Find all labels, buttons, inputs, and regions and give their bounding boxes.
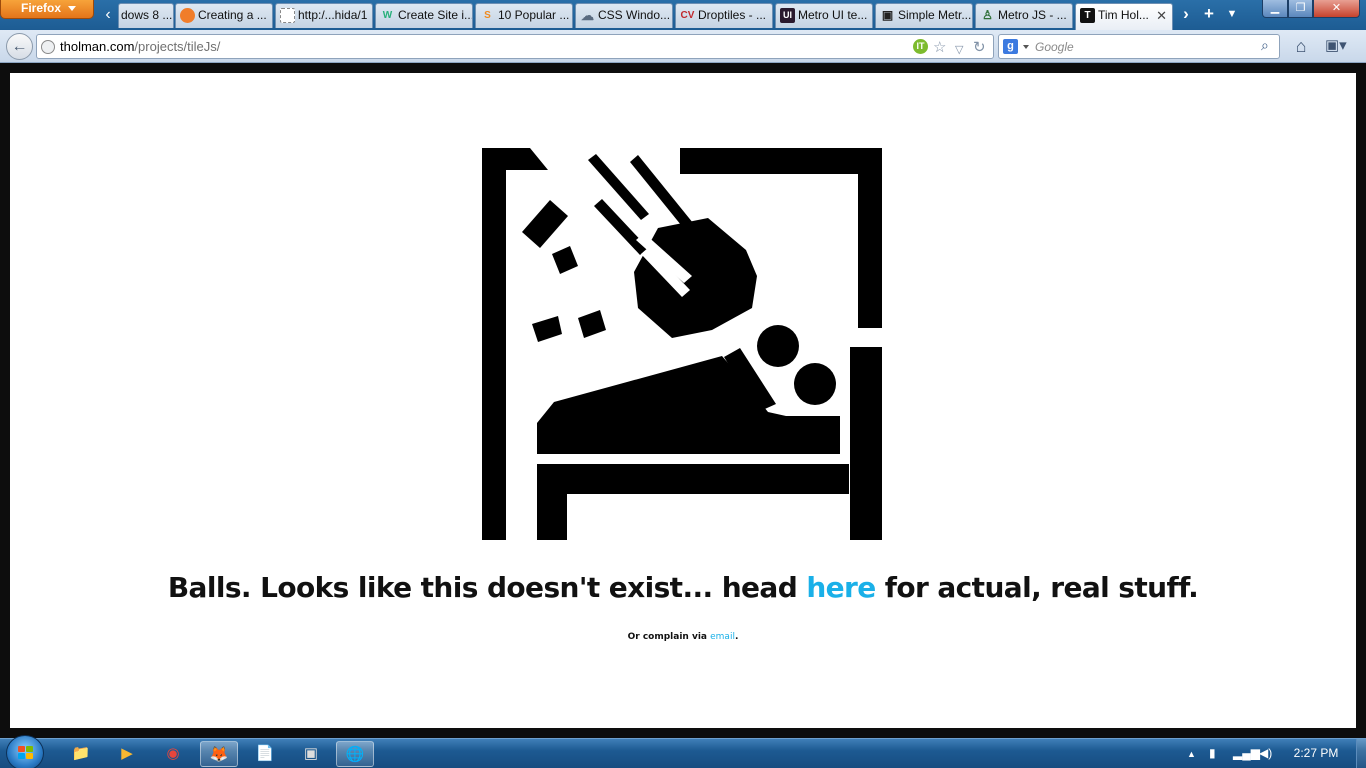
here-link[interactable]: here bbox=[806, 571, 876, 604]
s-logo-icon: S bbox=[484, 10, 491, 21]
tab-css-windows[interactable]: ☁ CSS Windo... bbox=[575, 3, 673, 28]
tab-droptiles[interactable]: CV Droptiles - ... bbox=[675, 3, 773, 28]
explorer-taskbar-icon[interactable]: 📁 bbox=[62, 741, 100, 767]
headline-text-after: for actual, real stuff. bbox=[875, 571, 1199, 604]
tab-creating[interactable]: Creating a ... bbox=[175, 3, 273, 28]
windows-flag-icon bbox=[18, 746, 34, 760]
chrome-taskbar-icon[interactable]: ◉ bbox=[154, 741, 192, 767]
home-icon[interactable]: ⌂ bbox=[1290, 35, 1312, 57]
tab-label: 10 Popular ... bbox=[498, 8, 570, 22]
cv-logo-icon: CV bbox=[680, 10, 695, 21]
bookmarks-icon[interactable]: ▣▾ bbox=[1325, 35, 1359, 57]
subline-text-after: . bbox=[734, 632, 739, 642]
terminal-taskbar-icon[interactable]: ▣ bbox=[292, 741, 330, 767]
w-logo-icon: W bbox=[382, 10, 393, 21]
dropdown-caret-icon bbox=[68, 6, 76, 11]
search-bar: g ⌕ bbox=[998, 34, 1280, 59]
list-all-tabs-icon[interactable]: ▼ bbox=[1221, 4, 1243, 26]
tab-metro-ui[interactable]: UI Metro UI te... bbox=[775, 3, 873, 28]
tab-hida[interactable]: http:/...hida/1 bbox=[275, 3, 373, 28]
url-text[interactable]: tholman.com/projects/tileJs/ bbox=[60, 35, 220, 58]
close-window-icon[interactable]: ✕ bbox=[1313, 0, 1360, 18]
url-host: tholman.com bbox=[60, 39, 135, 54]
media-player-taskbar-icon[interactable]: ▶ bbox=[108, 741, 146, 767]
orange-circle-icon bbox=[180, 8, 195, 23]
tab-label: Creating a ... bbox=[198, 8, 267, 22]
taskbar-clock[interactable]: 2:27 PM bbox=[1282, 746, 1350, 760]
tray-overflow-icon[interactable]: ▲ bbox=[1187, 749, 1196, 759]
page-viewport: Balls. Looks like this doesn't exist... … bbox=[10, 73, 1356, 728]
browser-chrome: Firefox ‹ dows 8 ... Creating a ... http… bbox=[0, 0, 1366, 63]
email-link[interactable]: email bbox=[710, 632, 735, 642]
windows-taskbar: 📁 ▶ ◉ 🦊 📄 ▣ 🌐 ▲ ▮ ▂▄▆ ◀) 2:27 PM bbox=[0, 735, 1366, 768]
firefox-menu-button[interactable]: Firefox bbox=[0, 0, 94, 19]
cloud-icon: ☁ bbox=[581, 8, 594, 23]
error-headline: Balls. Looks like this doesn't exist... … bbox=[10, 571, 1356, 604]
reload-icon[interactable]: ↻ bbox=[973, 36, 986, 59]
headline-text-before: Balls. Looks like this doesn't exist... … bbox=[167, 571, 807, 604]
network-app-taskbar-icon[interactable]: 🌐 bbox=[336, 741, 374, 767]
tab-label: Simple Metr... bbox=[898, 8, 972, 22]
tab-label: Metro JS - ... bbox=[998, 8, 1067, 22]
tab-label: dows 8 ... bbox=[121, 8, 173, 22]
globe-icon bbox=[41, 40, 55, 54]
new-tab-icon[interactable]: + bbox=[1198, 4, 1220, 26]
history-dropdown-icon[interactable]: ▽ bbox=[955, 39, 963, 62]
tab-label: Droptiles - ... bbox=[698, 8, 767, 22]
signal-icon[interactable]: ▂▄▆ bbox=[1233, 746, 1260, 760]
tab-windows8[interactable]: dows 8 ... bbox=[118, 3, 174, 28]
tab-scroll-right-icon[interactable]: › bbox=[1175, 4, 1197, 26]
tab-label: http:/...hida/1 bbox=[298, 8, 368, 22]
maximize-window-icon[interactable]: ❐ bbox=[1288, 0, 1313, 18]
tab-bar: Firefox ‹ dows 8 ... Creating a ... http… bbox=[0, 0, 1366, 30]
bookmark-star-icon[interactable]: ☆ bbox=[933, 36, 946, 59]
url-path: /projects/tileJs/ bbox=[134, 39, 221, 54]
volume-icon[interactable]: ◀) bbox=[1259, 746, 1272, 760]
show-desktop-button[interactable] bbox=[1356, 739, 1366, 768]
firefox-menu-label: Firefox bbox=[21, 1, 62, 15]
camera-icon: ▣ bbox=[881, 8, 894, 22]
tab-label: Tim Hol... bbox=[1098, 8, 1149, 22]
minimize-window-icon[interactable]: ▁ bbox=[1262, 0, 1288, 18]
person-icon: ♙ bbox=[982, 8, 993, 22]
blank-page-icon bbox=[280, 8, 295, 23]
tab-scroll-left-icon[interactable]: ‹ bbox=[98, 4, 118, 26]
tab-metro-js[interactable]: ♙ Metro JS - ... bbox=[975, 3, 1073, 28]
notepad-taskbar-icon[interactable]: 📄 bbox=[246, 741, 284, 767]
url-bar[interactable]: tholman.com/projects/tileJs/ IT ☆ ▽ ↻ bbox=[36, 34, 994, 59]
tab-simple-metro[interactable]: ▣ Simple Metr... bbox=[875, 3, 973, 28]
tab-tim-holman[interactable]: T Tim Hol... ✕ bbox=[1075, 3, 1173, 30]
close-tab-icon[interactable]: ✕ bbox=[1156, 4, 1167, 27]
subline-text-before: Or complain via bbox=[627, 632, 711, 642]
tab-label: Metro UI te... bbox=[798, 8, 868, 22]
tab-label: Create Site i... bbox=[398, 8, 473, 22]
search-input[interactable] bbox=[1035, 35, 1255, 58]
back-arrow-icon[interactable]: ← bbox=[6, 33, 33, 60]
complain-line: Or complain via email. bbox=[10, 632, 1356, 642]
tab-label: CSS Windo... bbox=[598, 8, 671, 22]
ui-logo-icon: UI bbox=[780, 8, 795, 23]
search-icon[interactable]: ⌕ bbox=[1261, 37, 1269, 54]
search-engine-caret-icon[interactable] bbox=[1023, 45, 1029, 49]
extension-icon[interactable]: IT bbox=[913, 39, 928, 54]
falling-rocks-bed-illustration-icon bbox=[482, 148, 882, 540]
tab-create-site[interactable]: W Create Site i... bbox=[375, 3, 473, 28]
firefox-taskbar-icon[interactable]: 🦊 bbox=[200, 741, 238, 767]
battery-icon[interactable]: ▮ bbox=[1209, 746, 1216, 760]
google-icon[interactable]: g bbox=[1003, 39, 1018, 54]
tab-10-popular[interactable]: S 10 Popular ... bbox=[475, 3, 573, 28]
t-logo-icon: T bbox=[1080, 8, 1095, 23]
navigation-toolbar: ← tholman.com/projects/tileJs/ IT ☆ ▽ ↻ … bbox=[0, 30, 1366, 63]
start-button[interactable] bbox=[6, 735, 44, 768]
